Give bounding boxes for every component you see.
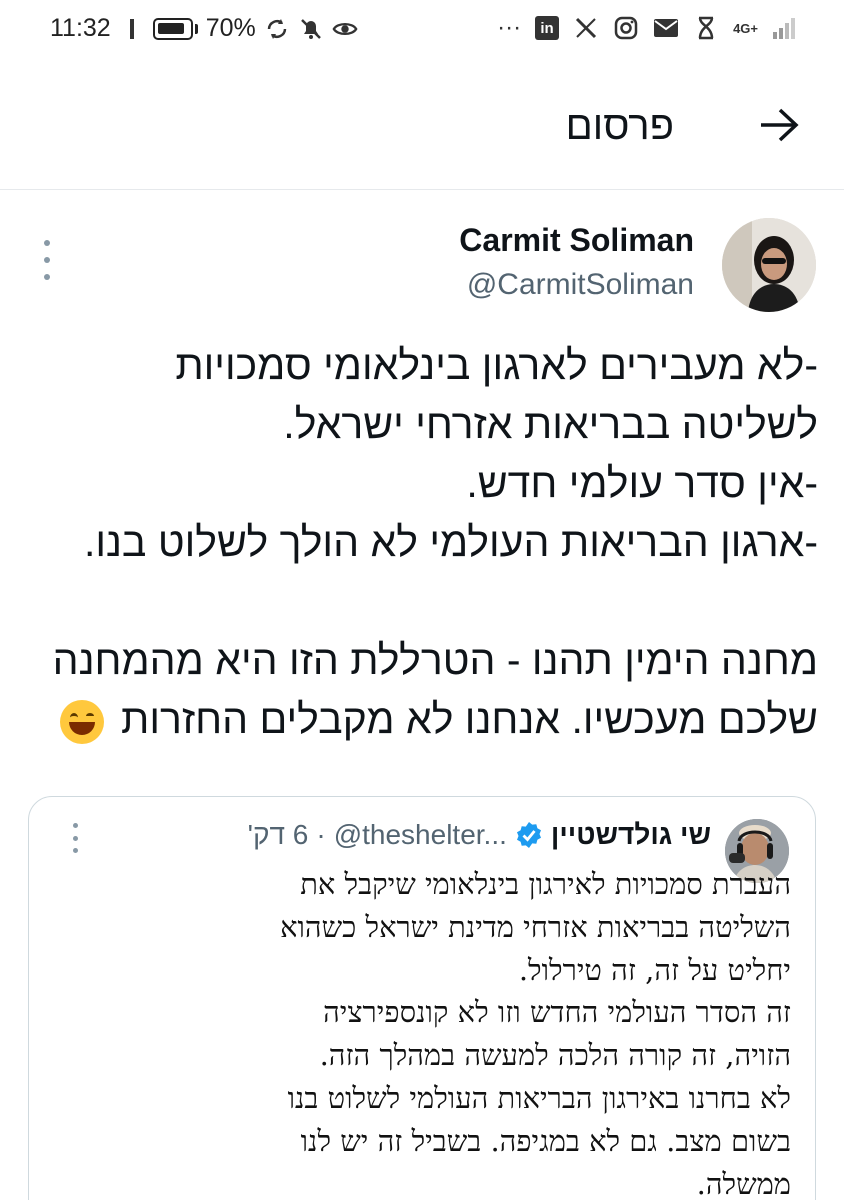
- instagram-icon: [613, 15, 639, 41]
- tweet-line: שלכם מעכשיו. אנחנו לא מקבלים החזרות: [121, 696, 818, 742]
- dot-icon: [44, 240, 50, 246]
- quote-time: 6 דק': [247, 819, 309, 850]
- quote-line: לא בחרנו באירגון הבריאות העולמי לשלוט בנ…: [287, 1080, 791, 1115]
- status-left: 11:32 70%: [50, 14, 358, 43]
- tweet-text: -לא מעבירים לארגון בינלאומי סמכויות לשלי…: [18, 336, 818, 749]
- x-logo-icon: [573, 15, 599, 41]
- author-name[interactable]: Carmit Soliman: [459, 222, 694, 259]
- page-title: פרסום: [565, 104, 674, 148]
- author-handle[interactable]: @CarmitSoliman: [467, 268, 694, 302]
- tweet-line: -אין סדר עולמי חדש.: [466, 460, 818, 506]
- dot-icon: [72, 848, 78, 853]
- tweet-line: -לא מעבירים לארגון בינלאומי סמכויות: [175, 342, 818, 388]
- cell-signal-icon: [772, 15, 798, 41]
- dot-icon: [44, 257, 50, 263]
- status-bar: 11:32 70% ··· in 4G+: [0, 0, 844, 62]
- quote-line: זה הסדר העולמי החדש וזו לא קונספירציה: [323, 995, 791, 1030]
- battery-icon: [152, 17, 193, 40]
- tweet-line-empty: [18, 572, 818, 631]
- quote-line: יחליט על זה, זה טירלול.: [518, 952, 791, 987]
- rotate-icon: [264, 16, 290, 42]
- avatar[interactable]: [722, 218, 816, 312]
- status-right: ··· in 4G+: [497, 14, 798, 42]
- bell-muted-icon: [298, 16, 324, 42]
- linkedin-icon: in: [535, 16, 560, 40]
- dot-icon: [72, 835, 78, 841]
- quote-line: העברת סמכויות לאירגון בינלאומי שיקבל את: [300, 867, 791, 901]
- quote-line: בשום מצב. גם לא במגיפה. בשביל זה יש לנו: [300, 1123, 791, 1158]
- quote-author-name[interactable]: שי גולדשטיין: [551, 819, 711, 851]
- mail-icon: [653, 15, 679, 41]
- more-options-button[interactable]: [36, 240, 58, 280]
- quote-handle[interactable]: @theshelter...: [334, 819, 507, 851]
- tweet: Carmit Soliman @CarmitSoliman -לא מעבירי…: [0, 190, 844, 1200]
- page-header: פרסום: [0, 62, 844, 190]
- quote-line: ממשלה.: [696, 1166, 791, 1200]
- dot-icon: [44, 274, 50, 280]
- quote-line: השליטה בבריאות אזרחי מדינת ישראל כשהוא: [280, 909, 791, 944]
- quote-separator: ·: [316, 819, 326, 850]
- quote-line: הזויה, זה קורה הלכה למעשה במהלך הזה.: [319, 1038, 791, 1073]
- back-button[interactable]: [754, 100, 804, 150]
- network-type: 4G+: [733, 20, 758, 36]
- eye-icon: [332, 16, 358, 42]
- quoted-tweet[interactable]: שי גולדשטיין @theshelter... · 6 דק' העבר…: [28, 796, 816, 1200]
- quote-text-image: העברת סמכויות לאירגון בינלאומי שיקבל את …: [31, 863, 791, 1200]
- arrow-right-icon: [761, 108, 799, 142]
- quote-more-options-button[interactable]: [67, 823, 83, 853]
- battery-percent: 70%: [205, 14, 256, 42]
- status-time: 11:32: [50, 14, 111, 42]
- dot-icon: [72, 823, 78, 828]
- tweet-line-last: שלכם מעכשיו. אנחנו לא מקבלים החזרות: [18, 690, 818, 749]
- quote-header: שי גולדשטיין @theshelter... · 6 דק': [248, 819, 711, 851]
- tweet-line: -ארגון הבריאות העולמי לא הולך לשלוט בנו.: [83, 519, 818, 565]
- status-more: ···: [497, 14, 522, 41]
- verified-badge-icon: [515, 821, 543, 849]
- hourglass-icon: [693, 15, 719, 41]
- tweet-line: מחנה הימין תהנו - הטרללת הזו היא מהמחנה: [52, 637, 818, 683]
- signal-bar-icon: [119, 16, 145, 42]
- tweet-line: לשליטה בבריאות אזרחי ישראל.: [283, 401, 818, 447]
- grinning-face-icon: [59, 700, 104, 745]
- battery-tip-icon: [194, 23, 198, 34]
